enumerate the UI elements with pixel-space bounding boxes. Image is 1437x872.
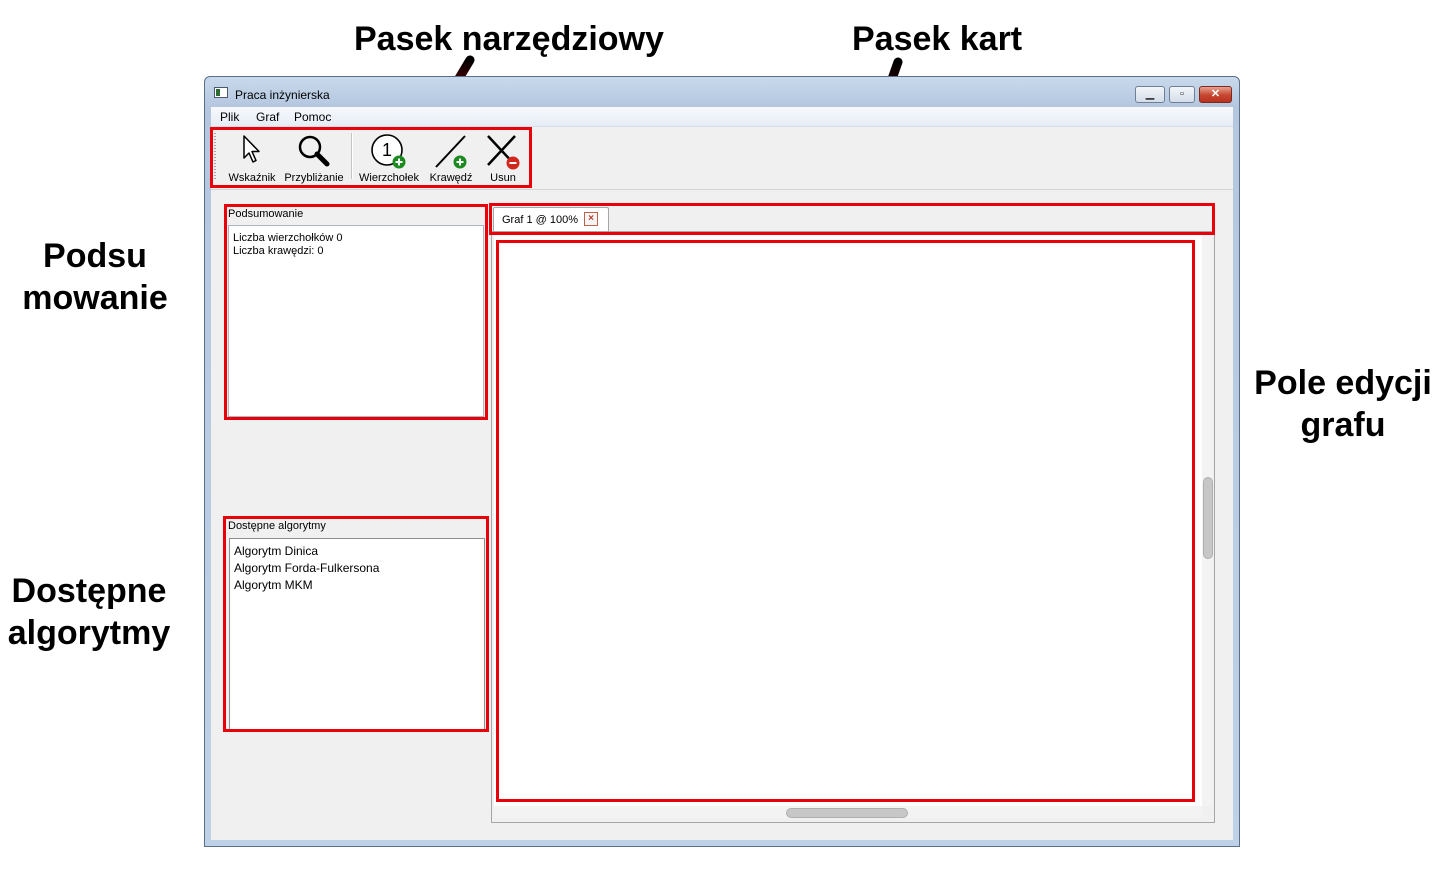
callout-algorithms-line2: algorytmy: [7, 614, 171, 652]
maximize-icon: ▫: [1180, 88, 1184, 100]
toolbar: Wskaźnik Przybliżanie 1 Wierzchołek Kraw…: [213, 129, 539, 184]
client-area: Plik Graf Pomoc Wskaźnik Przybliżanie 1 …: [211, 107, 1233, 840]
delete-icon: [487, 135, 520, 170]
callout-algorithms-line1: Dostępne: [11, 572, 167, 610]
menu-pomoc[interactable]: Pomoc: [294, 110, 331, 124]
graph-canvas[interactable]: [494, 234, 1202, 806]
algorithm-item[interactable]: Algorytm Forda-Fulkersona: [234, 561, 379, 575]
tab-label: Graf 1 @ 100%: [502, 214, 578, 226]
summary-vertex-count: Liczba wierzchołków 0: [233, 232, 343, 244]
vertex-tool-label: Wierzchołek: [359, 172, 419, 184]
summary-edge-count: Liczba krawędzi: 0: [233, 245, 324, 257]
application-window: Praca inżynierska ▁ ▫ ✕ Plik Graf Pomoc …: [204, 76, 1240, 847]
callout-editor-line1: Pole edycji: [1254, 364, 1432, 402]
pointer-icon: [243, 135, 260, 163]
summary-panel: Liczba wierzchołków 0 Liczba krawędzi: 0: [228, 225, 484, 417]
title-bar[interactable]: Praca inżynierska ▁ ▫ ✕: [205, 77, 1239, 107]
callout-summary: Podsu mowanie: [20, 235, 170, 319]
callout-summary-line2: mowanie: [22, 279, 168, 317]
app-icon: [214, 87, 228, 98]
callout-editor: Pole edycji grafu: [1250, 362, 1436, 446]
vertical-scroll-thumb[interactable]: [1203, 477, 1213, 559]
horizontal-scrollbar[interactable]: [494, 806, 1202, 818]
graph-editor-pane: [491, 231, 1215, 823]
callout-toolbar: Pasek narzędziowy: [354, 20, 664, 58]
menu-graf[interactable]: Graf: [256, 110, 279, 124]
window-title: Praca inżynierska: [235, 88, 330, 102]
zoom-tool-label: Przybliżanie: [284, 172, 344, 184]
magnifier-icon: [298, 135, 330, 167]
toolbar-separator: [351, 133, 353, 179]
vertex-tool-button[interactable]: 1 Wierzchołek: [357, 129, 421, 184]
add-vertex-icon: 1: [371, 134, 406, 169]
add-edge-icon: [435, 135, 467, 169]
edge-tool-label: Krawędź: [429, 172, 473, 184]
algorithms-list[interactable]: Algorytm Dinica Algorytm Forda-Fulkerson…: [229, 538, 485, 730]
toolbar-separator: [529, 133, 531, 179]
callout-editor-line2: grafu: [1300, 406, 1386, 444]
tab-close-icon[interactable]: ×: [584, 212, 598, 226]
horizontal-scroll-thumb[interactable]: [786, 808, 908, 818]
zoom-tool-button[interactable]: Przybliżanie: [283, 129, 345, 184]
toolbar-divider: [211, 189, 1233, 190]
delete-tool-button[interactable]: Usun: [479, 129, 527, 184]
delete-tool-label: Usun: [490, 172, 516, 184]
algorithm-item[interactable]: Algorytm MKM: [234, 578, 313, 592]
summary-title: Podsumowanie: [228, 208, 304, 220]
toolbar-grip[interactable]: [214, 133, 216, 179]
close-icon: ✕: [1210, 88, 1221, 100]
menu-bar: Plik Graf Pomoc: [211, 107, 1233, 127]
minimize-icon: ▁: [1145, 88, 1155, 100]
callout-algorithms: Dostępne algorytmy: [2, 570, 176, 654]
callout-tabbar: Pasek kart: [852, 20, 1023, 58]
menu-plik[interactable]: Plik: [220, 110, 239, 124]
pointer-tool-label: Wskaźnik: [228, 172, 276, 184]
close-button[interactable]: ✕: [1199, 86, 1232, 103]
tab-bar: Graf 1 @ 100% ×: [491, 205, 1215, 231]
algorithms-title: Dostępne algorytmy: [228, 520, 326, 532]
edge-tool-button[interactable]: Krawędź: [423, 129, 479, 184]
maximize-button[interactable]: ▫: [1169, 86, 1195, 103]
pointer-tool-button[interactable]: Wskaźnik: [223, 129, 281, 184]
vertical-scrollbar[interactable]: [1202, 234, 1213, 806]
tab-graf-1[interactable]: Graf 1 @ 100% ×: [493, 207, 609, 231]
algorithm-item[interactable]: Algorytm Dinica: [234, 544, 318, 558]
callout-summary-line1: Podsu: [43, 237, 147, 275]
minimize-button[interactable]: ▁: [1135, 86, 1165, 103]
vertex-icon-number: 1: [382, 140, 392, 160]
